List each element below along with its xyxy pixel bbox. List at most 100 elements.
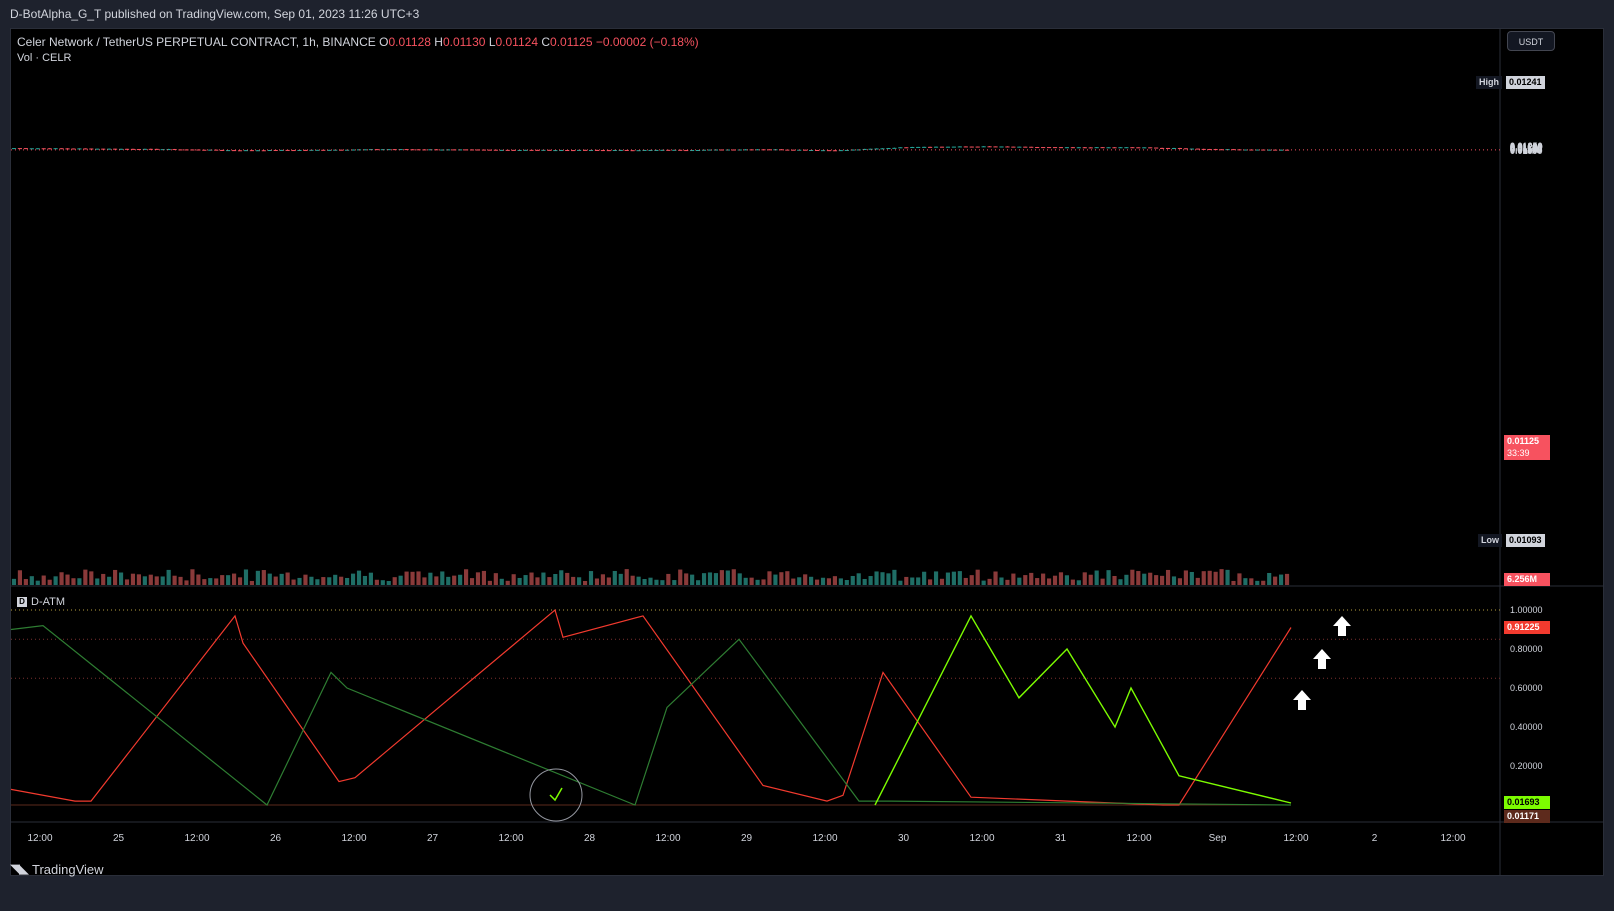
- volume-bar: [922, 571, 927, 585]
- candle-body: [469, 149, 475, 151]
- volume-bar: [327, 577, 332, 585]
- low-tag-label: Low: [1478, 534, 1502, 547]
- volume-bar: [1237, 573, 1242, 585]
- volume-bar: [160, 576, 165, 585]
- candle-body: [654, 149, 659, 151]
- candle-body: [993, 146, 998, 148]
- volume-bar: [963, 577, 968, 585]
- volume-bar: [1046, 578, 1052, 585]
- osc-tick-label: 0.40000: [1510, 722, 1543, 732]
- candle-body: [1100, 147, 1105, 149]
- volume-bar: [1124, 574, 1129, 585]
- volume-bar: [826, 578, 832, 585]
- volume-bar: [916, 577, 921, 585]
- volume-bar: [386, 580, 391, 585]
- candle-body: [898, 147, 903, 149]
- volume-bar: [547, 577, 552, 585]
- low-value: 0.01124: [495, 35, 539, 49]
- volume-bar: [565, 572, 570, 585]
- volume-bar: [249, 580, 255, 585]
- check-circle-icon: [529, 768, 583, 822]
- volume-bar: [1058, 572, 1064, 585]
- volume-bar: [71, 578, 76, 585]
- candle-body: [59, 148, 64, 150]
- candle-body: [1058, 147, 1064, 149]
- high-tag-label: High: [1476, 76, 1502, 89]
- symbol-legend[interactable]: Celer Network / TetherUS PERPETUAL CONTR…: [17, 35, 699, 49]
- volume-bar: [1273, 576, 1278, 585]
- volume-bar: [1154, 575, 1159, 585]
- candle-body: [83, 148, 88, 150]
- volume-bar: [273, 576, 278, 585]
- volume-bar: [1189, 571, 1194, 585]
- osc-tick-label: 0.20000: [1510, 761, 1543, 771]
- candle-body: [17, 148, 23, 150]
- volume-bar: [1035, 578, 1040, 585]
- candle-body: [190, 149, 195, 151]
- candle-body: [1231, 149, 1236, 151]
- time-tick-label: 2: [1372, 833, 1378, 844]
- volume-bar: [237, 577, 243, 585]
- candle-body: [535, 149, 540, 151]
- volume-bar: [35, 580, 40, 585]
- candle-body: [880, 148, 885, 150]
- volume-bar: [1267, 572, 1272, 585]
- volume-bar: [904, 576, 909, 585]
- volume-bar: [898, 580, 903, 585]
- volume-bar: [339, 576, 344, 585]
- time-tick-label: 12:00: [27, 833, 52, 844]
- candle-body: [1005, 146, 1010, 148]
- volume-bar: [1278, 574, 1284, 585]
- candle-body: [868, 148, 873, 150]
- volume-bar: [458, 574, 463, 585]
- volume-bar: [719, 570, 724, 585]
- tradingview-brand[interactable]: ◥◣ TradingView: [10, 861, 104, 877]
- candle-body: [1106, 147, 1111, 149]
- volume-bar: [624, 569, 629, 585]
- volume-bar: [89, 571, 94, 585]
- candle-body: [701, 149, 707, 151]
- candle-body: [981, 146, 986, 148]
- volume-bar: [487, 580, 492, 585]
- candle-body: [380, 149, 385, 151]
- volume-bar: [511, 574, 516, 585]
- volume-bar: [178, 576, 183, 585]
- candle-body: [1124, 147, 1129, 149]
- indicator-name[interactable]: D-ATM: [31, 596, 65, 608]
- volume-bar: [261, 570, 266, 585]
- candle-body: [202, 149, 207, 151]
- volume-bar: [1029, 572, 1034, 585]
- candle-body: [904, 147, 909, 149]
- time-tick-label: 12:00: [655, 833, 680, 844]
- candle-body: [1017, 146, 1022, 148]
- candle-body: [47, 148, 52, 150]
- candle-body: [1154, 147, 1159, 149]
- osc-brown-tag: 0.01171: [1504, 810, 1550, 823]
- candle-body: [1064, 147, 1070, 149]
- symbol-name[interactable]: Celer Network / TetherUS PERPETUAL CONTR…: [17, 35, 376, 49]
- volume-bar: [1195, 577, 1200, 585]
- candle-body: [928, 146, 933, 148]
- candle-body: [303, 149, 308, 151]
- volume-bar: [874, 571, 879, 585]
- indicator-logo-icon: D: [17, 597, 27, 607]
- volume-bar: [243, 569, 249, 585]
- currency-button[interactable]: USDT: [1507, 31, 1555, 51]
- volume-bar: [666, 573, 671, 585]
- volume-bar: [701, 573, 707, 585]
- candle-body: [666, 149, 671, 151]
- candle-body: [916, 146, 921, 148]
- indicator-legend[interactable]: D D-ATM: [17, 596, 65, 608]
- volume-bar: [648, 577, 653, 585]
- volume-bar: [47, 579, 52, 585]
- candle-body: [1076, 147, 1081, 149]
- high-label: H: [434, 35, 443, 49]
- volume-bar: [517, 577, 522, 585]
- candle-body: [446, 149, 451, 151]
- volume-legend[interactable]: Vol · CELR: [17, 52, 71, 64]
- volume-bar: [630, 575, 635, 585]
- volume-bar: [1136, 571, 1141, 585]
- chart-canvas[interactable]: 0.012500.012400.012300.012200.012100.012…: [0, 0, 1614, 911]
- candle-body: [1023, 146, 1028, 148]
- candle-body: [160, 149, 165, 151]
